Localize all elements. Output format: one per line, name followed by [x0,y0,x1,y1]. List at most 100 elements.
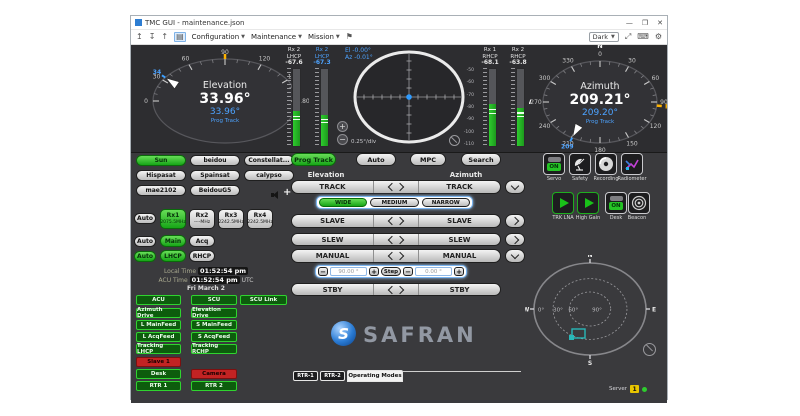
status-scu-link[interactable]: SCU Link [240,295,287,305]
menu-configuration[interactable]: Configuration▼ [192,33,245,41]
feed-main-button[interactable]: Main [160,235,186,247]
status-elevation-drive[interactable]: Elevation Drive [191,308,237,318]
rx3-button[interactable]: Rx32242.5MHz [218,209,244,229]
rx4-button[interactable]: Rx42242.5MHz [247,209,273,229]
reticle-zoom-in-button[interactable]: + [337,121,348,132]
mode-auto-button[interactable]: Auto [356,153,396,166]
slave-azimuth-button[interactable]: SLAVE [419,215,500,227]
elevation-decrement-button[interactable]: − [318,267,328,276]
preset-beidoug5-button[interactable]: BeidouG5 [190,185,240,196]
status-tracking-lhcp[interactable]: Tracking LHCP [136,344,181,354]
high-gain-button[interactable] [577,192,599,214]
bandwidth-medium-button[interactable]: MEDIUM [370,198,418,207]
status-acu[interactable]: ACU [136,295,181,305]
azimuth-decrement-button[interactable]: − [403,267,413,276]
status-slave-1[interactable]: Slave 1 [136,357,181,367]
pol-rhcp-button[interactable]: RHCP [189,250,215,262]
step-button[interactable]: Step [381,267,401,276]
desk-toggle[interactable]: ON [605,192,627,214]
preset-hispasat-button[interactable]: Hispasat [136,170,186,181]
mode-prog-track-button[interactable]: Prog Track [291,153,336,166]
manual-azimuth-button[interactable]: MANUAL [419,250,500,262]
minimize-button[interactable]: — [626,19,633,27]
preset-constellation-button[interactable]: Constellat... [244,155,294,166]
settings-gear-icon[interactable]: ⚙ [655,33,662,41]
status-camera[interactable]: Camera [191,369,237,379]
svg-text:60: 60 [182,56,190,63]
preset-spainsat-button[interactable]: Spainsat [190,170,240,181]
trk-lna-button[interactable] [552,192,574,214]
status-desk[interactable]: Desk [136,369,181,379]
slew-azimuth-button[interactable]: SLEW [419,234,500,245]
status-l-acqfeed[interactable]: L AcqFeed [136,332,181,342]
track-azimuth-button[interactable]: TRACK [419,181,500,193]
status-l-mainfeed[interactable]: L MainFeed [136,320,181,330]
manual-elevation-button[interactable]: MANUAL [292,250,373,262]
status-rtr-2[interactable]: RTR 2 [191,381,237,391]
close-button[interactable]: ✕ [657,19,663,27]
link-toggle-icon[interactable] [373,250,419,262]
download-icon[interactable]: ↧ [149,33,156,41]
link-toggle-icon[interactable] [373,234,419,245]
rx-auto-button[interactable]: Auto [134,213,156,224]
status-scu[interactable]: SCU [191,295,237,305]
elevation-increment-button[interactable]: + [369,267,379,276]
link-toggle-icon[interactable] [373,215,419,227]
status-s-acqfeed[interactable]: S AcqFeed [191,332,237,342]
azimuth-increment-button[interactable]: + [454,267,464,276]
preset-mae2102-button[interactable]: mae2102 [136,185,186,196]
maximize-button[interactable]: ❐ [642,19,648,27]
bandwidth-narrow-button[interactable]: NARROW [422,198,470,207]
link-toggle-icon[interactable] [373,181,419,193]
preset-sun-button[interactable]: Sun [136,155,186,166]
keyboard-icon[interactable]: ⌨ [637,33,649,41]
arrow-up-icon[interactable]: ↑ [161,33,168,41]
rx2-button[interactable]: Rx2----MHz [189,209,215,229]
slew-elevation-button[interactable]: SLEW [292,234,373,245]
save-icon[interactable]: ▤ [174,32,186,42]
radiometer-button[interactable] [621,153,643,175]
svg-text:30°: 30° [553,308,563,314]
stby-azimuth-button[interactable]: STBY [419,284,500,295]
pol-auto-button[interactable]: Auto [134,251,156,262]
elevation-value-field[interactable]: 90.00 ° [330,267,367,276]
safety-button[interactable] [569,153,591,175]
status-rtr-1[interactable]: RTR 1 [136,381,181,391]
reticle-zoom-out-button[interactable]: − [337,134,348,145]
manual-expand-button[interactable] [505,249,525,263]
tab-rtr-1[interactable]: RTR-1 [293,371,318,381]
tab-operating-modes[interactable]: Operating Modes [347,370,403,382]
pol-lhcp-button[interactable]: LHCP [160,250,186,262]
audio-mute-icon[interactable] [271,191,280,199]
slave-expand-button[interactable] [505,214,525,228]
status-tracking-rchp[interactable]: Tracking RCHP [191,344,237,354]
link-toggle-icon[interactable] [373,284,419,295]
mode-mpc-button[interactable]: MPC [410,153,446,166]
azimuth-value-field[interactable]: 0.00 ° [415,267,452,276]
bandwidth-wide-button[interactable]: WIDE [319,198,367,207]
jog-cross-icon[interactable]: + [283,188,291,198]
upload-icon[interactable]: ↥ [136,33,143,41]
preset-beidou-button[interactable]: beidou [190,155,240,166]
theme-select[interactable]: Dark ▼ [589,32,619,42]
slew-expand-button[interactable] [505,233,525,246]
status-azimuth-drive[interactable]: Azimuth Drive [136,308,181,318]
pin-icon[interactable]: ⚑ [346,33,353,41]
stby-elevation-button[interactable]: STBY [292,284,373,295]
beacon-button[interactable] [628,192,650,214]
servo-toggle[interactable]: ON [543,153,565,175]
preset-calypso-button[interactable]: calypso [244,170,294,181]
slave-elevation-button[interactable]: SLAVE [292,215,373,227]
rx1-button[interactable]: Rx12075.5MHz [160,209,186,229]
status-s-mainfeed[interactable]: S MainFeed [191,320,237,330]
feed-acq-button[interactable]: Acq [189,235,215,247]
track-elevation-button[interactable]: TRACK [292,181,373,193]
menu-maintenance[interactable]: Maintenance▼ [251,33,302,41]
feed-auto-button[interactable]: Auto [134,236,156,247]
tab-rtr-2[interactable]: RTR-2 [320,371,345,381]
fullscreen-icon[interactable]: ⤢ [625,33,631,41]
mode-search-button[interactable]: Search [461,153,501,166]
recording-button[interactable] [595,153,617,175]
menu-mission[interactable]: Mission▼ [308,33,340,41]
track-expand-button[interactable] [505,180,525,194]
